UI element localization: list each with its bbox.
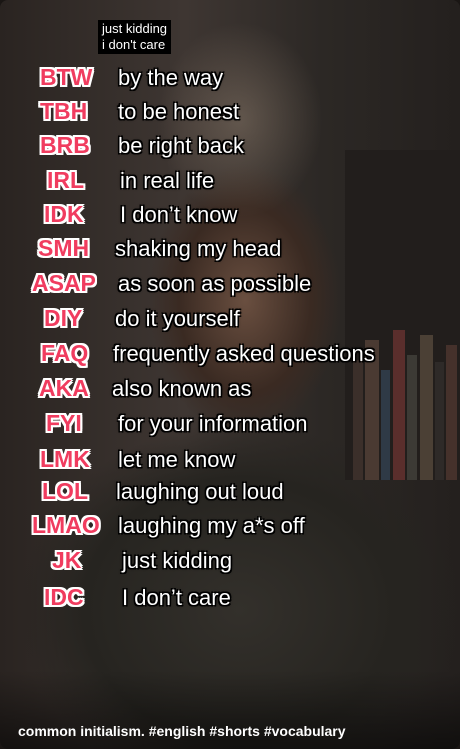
- initialism-abbreviation: FAQ: [41, 340, 89, 366]
- initialism-meaning: also known as: [112, 376, 252, 401]
- initialism-row: SMH shaking my head: [0, 233, 460, 267]
- video-frame[interactable]: just kidding i don't care BTW by the way T…: [0, 0, 460, 749]
- initialism-row: DIY do it yourself: [0, 303, 460, 337]
- initialism-abbreviation: TBH: [40, 98, 88, 124]
- initialism-row: IRL in real life: [0, 165, 460, 199]
- initialism-abbreviation: IRL: [47, 167, 85, 193]
- initialism-abbreviation: SMH: [38, 235, 90, 261]
- initialism-meaning: frequently asked questions: [113, 341, 375, 366]
- initialism-row: BTW by the way: [0, 62, 460, 96]
- initialism-meaning: laughing my a*s off: [118, 513, 305, 538]
- initialism-row: FAQ frequently asked questions: [0, 338, 460, 372]
- initialism-meaning: for your information: [118, 411, 308, 436]
- initialism-row: LMK let me know: [0, 444, 460, 478]
- caption-line-2: i don't care: [102, 37, 166, 52]
- initialism-abbreviation: BTW: [40, 64, 93, 90]
- initialism-meaning: shaking my head: [115, 236, 282, 261]
- video-description[interactable]: common initialism. #english #shorts #voc…: [18, 723, 346, 739]
- initialism-abbreviation: ASAP: [32, 270, 96, 296]
- initialism-meaning: by the way: [118, 65, 224, 90]
- initialism-row: IDC I don’t care: [0, 582, 460, 616]
- initialism-abbreviation: LMAO: [32, 512, 100, 538]
- initialism-meaning: let me know: [118, 447, 236, 472]
- initialism-abbreviation: IDC: [44, 584, 84, 610]
- initialism-row: ASAP as soon as possible: [0, 268, 460, 302]
- initialism-meaning: be right back: [118, 133, 244, 158]
- initialism-row: AKA also known as: [0, 373, 460, 407]
- initialism-abbreviation: LMK: [40, 446, 90, 472]
- initialism-row: TBH to be honest: [0, 96, 460, 130]
- initialism-meaning: I don’t know: [120, 202, 238, 227]
- initialism-meaning: to be honest: [118, 99, 240, 124]
- initialism-row: IDK I don’t know: [0, 199, 460, 233]
- initialism-row: JK just kidding: [0, 545, 460, 579]
- initialism-meaning: laughing out loud: [116, 479, 284, 504]
- initialism-abbreviation: LOL: [42, 478, 88, 504]
- initialism-row: BRB be right back: [0, 130, 460, 164]
- initialism-abbreviation: IDK: [44, 201, 84, 227]
- initialism-meaning: just kidding: [122, 548, 233, 573]
- initialism-meaning: do it yourself: [115, 306, 240, 331]
- initialism-row: LMAO laughing my a*s off: [0, 510, 460, 544]
- initialism-row: LOL laughing out loud: [0, 476, 460, 510]
- subtitle-caption: just kidding i don't care: [98, 20, 172, 54]
- initialism-abbreviation: BRB: [40, 132, 90, 158]
- initialism-meaning: I don’t care: [122, 585, 231, 610]
- initialism-abbreviation: DIY: [44, 305, 83, 331]
- initialism-abbreviation: AKA: [39, 375, 89, 401]
- initialism-meaning: in real life: [120, 168, 215, 193]
- initialism-abbreviation: JK: [52, 547, 82, 573]
- initialism-meaning: as soon as possible: [118, 271, 312, 296]
- caption-line-1: just kidding: [102, 21, 168, 36]
- initialism-abbreviation: FYI: [46, 410, 82, 436]
- initialism-row: FYI for your information: [0, 408, 460, 442]
